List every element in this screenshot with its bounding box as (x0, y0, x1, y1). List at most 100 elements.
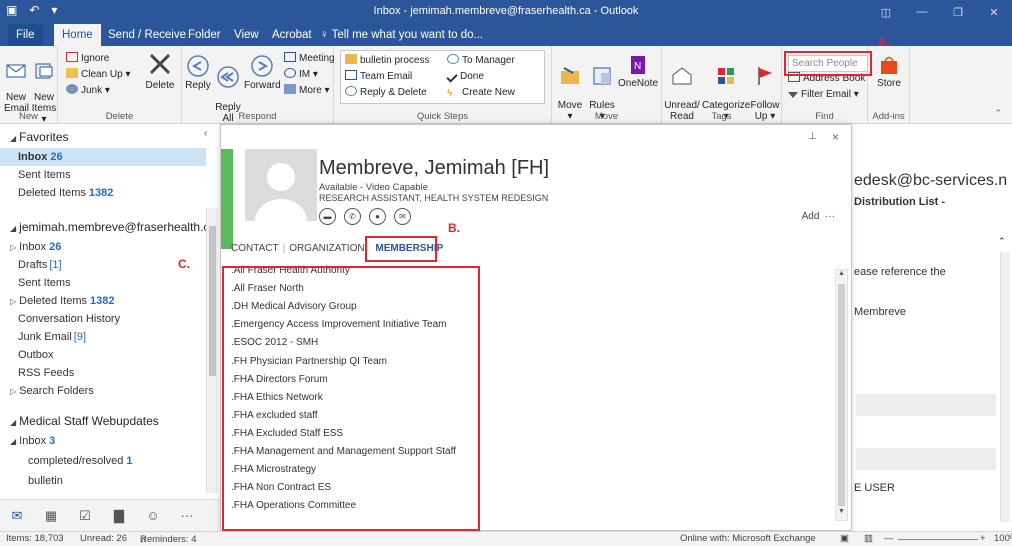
reading-body-line-2: Membreve (854, 306, 906, 318)
tab-file[interactable]: File (8, 24, 43, 46)
folder-search-folders[interactable]: ▷ Search Folders (0, 382, 206, 400)
account-header[interactable]: ◢ jemimah.membreve@fraserhealth.ca (0, 218, 216, 236)
lightbulb-icon: ♀ (320, 29, 332, 41)
close-card-button[interactable]: × (832, 130, 839, 144)
people-icon[interactable]: ☺ (136, 508, 170, 523)
group-label-find: Find (815, 111, 834, 122)
favorite-sent-items[interactable]: Sent Items (0, 166, 206, 184)
calendar-icon[interactable]: ▦ (34, 508, 68, 524)
zoom-level[interactable]: 100% (994, 533, 1012, 544)
folder-completed-resolved[interactable]: completed/resolved 1 (0, 452, 206, 470)
folder-sent-items[interactable]: Sent Items (0, 274, 206, 292)
group-medical-staff-header[interactable]: ◢ Medical Staff Webupdates (0, 412, 206, 430)
scroll-down-icon[interactable]: ▼ (836, 508, 847, 520)
reading-body-line-3: E USER (854, 482, 895, 494)
scrollbar-thumb[interactable] (209, 226, 216, 376)
chat-icon[interactable]: ▬ (319, 208, 336, 225)
collapse-triangle-icon: ◢ (10, 224, 17, 233)
scroll-up-icon[interactable]: ▲ (836, 270, 847, 282)
restore-button[interactable]: ❐ (940, 0, 976, 24)
tell-me-box[interactable]: ♀ Tell me what you want to do... (312, 24, 491, 46)
group-label-delete: Delete (105, 111, 134, 122)
tab-view[interactable]: View (226, 24, 267, 46)
zoom-in-icon[interactable]: + (980, 533, 986, 544)
folder-pane: ◢ Favorites ‹ Inbox 26 Sent Items Deleted … (0, 124, 220, 499)
favorites-header[interactable]: ◢ Favorites (0, 128, 206, 146)
pin-icon[interactable]: ⊥ (808, 131, 817, 142)
group-addins: Store Add-ins (868, 46, 910, 124)
collapse-triangle-icon: ◢ (10, 418, 17, 427)
group-label-move: Move (594, 111, 619, 122)
close-button[interactable]: ✕ (976, 0, 1012, 24)
clean-up-button[interactable]: Clean Up ▾ (66, 68, 131, 82)
lightning-icon: ϟ (447, 88, 453, 99)
mail-icon[interactable]: ✉ (0, 508, 34, 524)
quick-step-reply-delete[interactable]: Reply & Delete (345, 86, 427, 100)
store-button[interactable]: Store (874, 54, 904, 89)
folder-rss-feeds[interactable]: RSS Feeds (0, 364, 206, 382)
new-items-icon (35, 63, 53, 79)
tab-organization[interactable]: ORGANIZATION (289, 243, 364, 254)
folder-drafts[interactable]: Drafts [1] (0, 256, 206, 274)
envelope-open-icon (672, 67, 692, 85)
onenote-button[interactable]: N OneNote (618, 54, 658, 89)
folder-bulletin[interactable]: bulletin (0, 472, 206, 490)
quick-step-done[interactable]: Done (446, 70, 484, 84)
folder-inbox[interactable]: ▷ Inbox 26 (0, 238, 206, 256)
reading-view-icon[interactable]: ▥ (864, 533, 873, 544)
group2-inbox[interactable]: ◢ Inbox 3 (0, 432, 206, 450)
group-move: Move ▾ Rules ▾ N OneNote Move (552, 46, 662, 124)
zoom-slider[interactable] (898, 539, 978, 540)
filter-email-button[interactable]: Filter Email ▾ (788, 88, 859, 102)
normal-view-icon[interactable]: ▣ (840, 533, 849, 544)
more-icon[interactable]: ··· (170, 508, 204, 523)
module-switcher: ✉ ▦ ☑ ▇ ☺ ··· (0, 499, 220, 531)
more-options-icon[interactable]: ··· (825, 211, 835, 222)
folder-junk-email[interactable]: Junk Email [9] (0, 328, 206, 346)
person-placeholder-icon (255, 163, 307, 221)
quick-step-bulletin-process[interactable]: bulletin process (345, 54, 429, 68)
avatar (245, 149, 317, 221)
add-button[interactable]: Add ··· (802, 211, 835, 222)
quick-step-create-new[interactable]: ϟ Create New (447, 86, 515, 100)
zoom-out-icon[interactable]: — (884, 533, 894, 544)
ribbon-display-options-icon[interactable]: ◫ (868, 0, 904, 24)
forward-button[interactable]: Forward (244, 54, 281, 91)
scrollbar-thumb[interactable] (838, 284, 845, 506)
annotation-a-label: A. (878, 35, 890, 49)
tab-contact[interactable]: CONTACT (231, 243, 279, 254)
clean-up-icon (66, 68, 78, 78)
new-email-button[interactable]: New Email (4, 52, 29, 114)
delete-button[interactable]: Delete (142, 50, 178, 91)
reading-scroll-up-icon[interactable]: ⌃ (998, 236, 1006, 247)
meeting-button[interactable]: Meeting (284, 52, 335, 66)
email-icon[interactable]: ✉ (394, 208, 411, 225)
group-respond: Reply Reply All Forward Meeting IM ▾ Mor… (182, 46, 335, 124)
favorite-inbox[interactable]: Inbox 26 (0, 148, 206, 166)
reply-button[interactable]: Reply (184, 54, 212, 91)
folder-conversation-history[interactable]: Conversation History (0, 310, 206, 328)
favorite-deleted-items[interactable]: Deleted Items 1382 (0, 184, 206, 202)
im-button[interactable]: IM ▾ (284, 68, 318, 82)
folder-pane-scrollbar[interactable] (206, 208, 218, 493)
reply-delete-icon (345, 86, 357, 96)
quick-step-team-email[interactable]: Team Email (345, 70, 412, 84)
more-respond-button[interactable]: More ▾ (284, 84, 330, 98)
ignore-button[interactable]: Ignore (66, 52, 109, 66)
tab-folder[interactable]: Folder (180, 24, 229, 46)
contact-name: Membreve, Jemimah [FH] (319, 157, 550, 179)
folder-outbox[interactable]: Outbox (0, 346, 206, 364)
ribbon-collapse-icon[interactable]: ⌃ (994, 108, 1002, 119)
membership-scrollbar[interactable]: ▲ ▼ (835, 269, 848, 521)
phone-icon[interactable]: ✆ (344, 208, 361, 225)
folder-deleted-items[interactable]: ▷ Deleted Items 1382 (0, 292, 206, 310)
junk-button[interactable]: Junk ▾ (66, 84, 110, 98)
minimize-button[interactable]: — (904, 0, 940, 24)
collapse-pane-icon[interactable]: ‹ (204, 128, 207, 139)
reading-scrollbar[interactable] (1000, 252, 1010, 522)
tab-home[interactable]: Home (54, 24, 101, 46)
video-icon[interactable]: ● (369, 208, 386, 225)
tasks-icon[interactable]: ☑ (68, 508, 102, 524)
quick-step-to-manager[interactable]: To Manager (447, 54, 515, 68)
notes-icon[interactable]: ▇ (102, 508, 136, 524)
